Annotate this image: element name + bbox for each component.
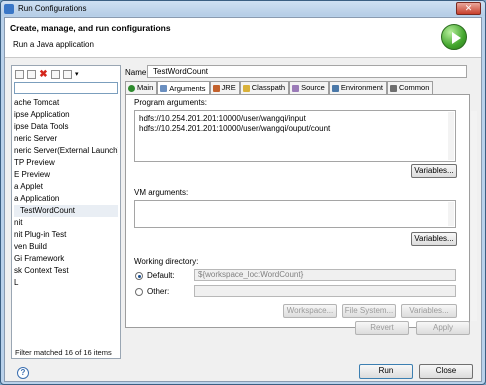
main-tab-icon bbox=[128, 84, 135, 92]
list-item[interactable]: ipse Data Tools bbox=[14, 121, 118, 133]
list-item[interactable]: neric Server(External Launch) bbox=[14, 145, 118, 157]
name-input[interactable]: TestWordCount bbox=[147, 65, 467, 78]
common-tab-icon bbox=[389, 84, 397, 92]
file-system-button[interactable]: File System... bbox=[342, 304, 396, 318]
default-radio[interactable] bbox=[135, 272, 143, 280]
name-label: Name: bbox=[125, 67, 149, 77]
configuration-tree-pane: ✖ ▾ ache Tomcat ipse Application ipse Da… bbox=[11, 65, 121, 359]
editor-tabs: Main Arguments JRE Classpath Source Envi… bbox=[125, 81, 470, 95]
vm-arguments-label: VM arguments: bbox=[134, 188, 189, 197]
list-item[interactable]: nit bbox=[14, 217, 118, 229]
window-title: Run Configurations bbox=[18, 4, 87, 13]
list-item[interactable]: ipse Application bbox=[14, 109, 118, 121]
program-arguments-field[interactable]: hdfs://10.254.201.201:10000/user/wangqi/… bbox=[134, 110, 456, 162]
duplicate-config-icon[interactable] bbox=[27, 69, 36, 79]
list-item[interactable]: ven Build bbox=[14, 241, 118, 253]
run-configurations-window: Run Configurations ✕ Create, manage, and… bbox=[0, 0, 486, 385]
collapse-all-icon[interactable] bbox=[51, 69, 60, 79]
tab-label: Classpath bbox=[251, 83, 286, 92]
default-label: Default: bbox=[147, 271, 175, 280]
environment-tab-icon bbox=[331, 84, 339, 92]
classpath-tab-icon bbox=[242, 84, 250, 92]
dialog-header: Create, manage, and run configurations R… bbox=[5, 18, 481, 58]
dialog-subtitle: Run a Java application bbox=[13, 40, 94, 49]
left-toolbar: ✖ ▾ bbox=[13, 67, 119, 81]
arguments-panel: Program arguments: hdfs://10.254.201.201… bbox=[125, 94, 470, 328]
tab-label: Main bbox=[137, 83, 154, 92]
list-item[interactable]: E Preview bbox=[14, 169, 118, 181]
list-item-selected[interactable]: TestWordCount bbox=[14, 205, 118, 217]
revert-button[interactable]: Revert bbox=[355, 321, 409, 335]
tab-label: JRE bbox=[221, 83, 236, 92]
vm-args-scrollbar[interactable] bbox=[448, 202, 454, 226]
workspace-button[interactable]: Workspace... bbox=[283, 304, 337, 318]
close-button[interactable]: Close bbox=[419, 364, 473, 379]
filter-input[interactable] bbox=[14, 82, 118, 94]
tab-arguments[interactable]: Arguments bbox=[157, 81, 210, 95]
program-args-scrollbar[interactable] bbox=[448, 112, 454, 160]
list-item[interactable]: Gi Framework bbox=[14, 253, 118, 265]
list-item[interactable]: neric Server bbox=[14, 133, 118, 145]
arguments-tab-icon bbox=[160, 85, 168, 92]
vm-variables-button[interactable]: Variables... bbox=[411, 232, 457, 246]
tab-source[interactable]: Source bbox=[289, 81, 329, 94]
list-item[interactable]: sk Context Test bbox=[14, 265, 118, 277]
editor-scrollbar[interactable] bbox=[471, 111, 477, 321]
program-variables-button[interactable]: Variables... bbox=[411, 164, 457, 178]
program-arg-line: hdfs://10.254.201.201:10000/user/wangqi/… bbox=[139, 114, 306, 123]
other-directory-field[interactable] bbox=[194, 285, 456, 297]
filter-dropdown-icon[interactable]: ▾ bbox=[75, 70, 79, 78]
tab-label: Common bbox=[398, 83, 430, 92]
configuration-editor: Name: TestWordCount Main Arguments JRE C… bbox=[123, 65, 477, 329]
name-row: Name: bbox=[123, 65, 149, 79]
apply-button[interactable]: Apply bbox=[416, 321, 470, 335]
other-radio[interactable] bbox=[135, 288, 143, 296]
tab-jre[interactable]: JRE bbox=[209, 81, 240, 94]
source-tab-icon bbox=[292, 84, 300, 92]
tab-common[interactable]: Common bbox=[386, 81, 434, 94]
vm-arguments-field[interactable] bbox=[134, 200, 456, 228]
filter-config-icon[interactable] bbox=[63, 69, 72, 79]
run-button[interactable]: Run bbox=[359, 364, 413, 379]
tab-main[interactable]: Main bbox=[125, 81, 158, 94]
delete-config-icon[interactable]: ✖ bbox=[39, 69, 48, 79]
title-bar: Run Configurations ✕ bbox=[1, 1, 485, 16]
window-close-button[interactable]: ✕ bbox=[456, 2, 481, 15]
help-icon[interactable]: ? bbox=[17, 367, 29, 379]
jre-tab-icon bbox=[212, 84, 220, 92]
eclipse-app-icon bbox=[4, 3, 14, 14]
working-directory-label: Working directory: bbox=[134, 257, 199, 266]
workdir-variables-button[interactable]: Variables... bbox=[401, 304, 457, 318]
tab-classpath[interactable]: Classpath bbox=[239, 81, 290, 94]
program-arg-line: hdfs://10.254.201.201:10000/user/wangqi/… bbox=[139, 124, 331, 133]
dialog-title: Create, manage, and run configurations bbox=[10, 23, 171, 33]
list-item[interactable]: a Application bbox=[14, 193, 118, 205]
list-item[interactable]: a Applet bbox=[14, 181, 118, 193]
tab-environment[interactable]: Environment bbox=[328, 81, 387, 94]
list-item[interactable]: L bbox=[14, 277, 118, 289]
run-banner-icon bbox=[441, 24, 467, 50]
list-item[interactable]: nit Plug-in Test bbox=[14, 229, 118, 241]
dialog-button-bar: ? Run Close bbox=[5, 362, 481, 382]
list-item[interactable]: ache Tomcat bbox=[14, 97, 118, 109]
tab-label: Environment bbox=[340, 83, 383, 92]
filter-status-text: Filter matched 16 of 16 items bbox=[15, 348, 112, 357]
default-directory-field: ${workspace_loc:WordCount} bbox=[194, 269, 456, 281]
other-label: Other: bbox=[147, 287, 170, 296]
new-config-icon[interactable] bbox=[15, 69, 24, 79]
tab-label: Source bbox=[301, 83, 325, 92]
dialog-client-area: Create, manage, and run configurations R… bbox=[4, 17, 482, 382]
program-arguments-label: Program arguments: bbox=[134, 98, 207, 107]
configuration-list: ache Tomcat ipse Application ipse Data T… bbox=[14, 97, 118, 337]
tab-label: Arguments bbox=[169, 83, 206, 93]
list-item[interactable]: TP Preview bbox=[14, 157, 118, 169]
